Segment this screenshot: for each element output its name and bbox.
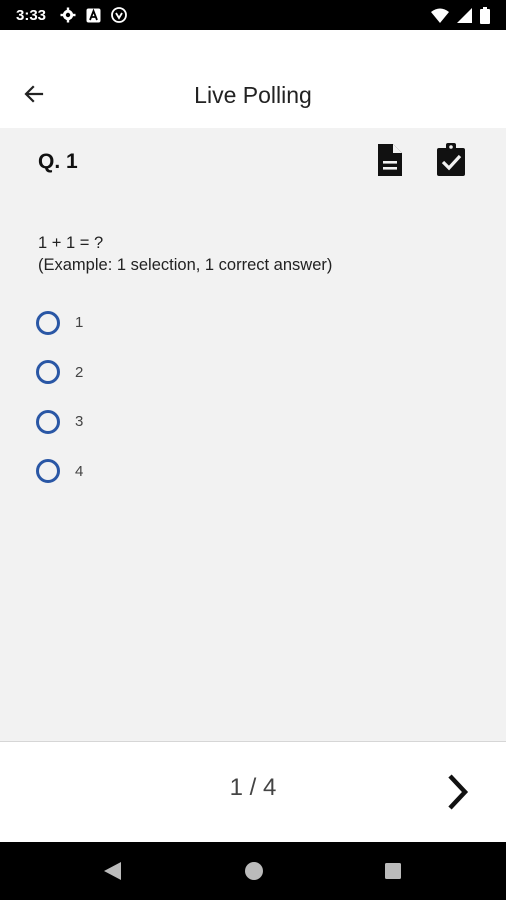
signal-icon [457, 7, 472, 23]
wifi-icon [431, 8, 449, 23]
option-label: 1 [75, 314, 84, 332]
next-question-button[interactable] [438, 770, 478, 814]
radio-button[interactable] [36, 360, 60, 385]
nav-back-icon [104, 862, 121, 880]
question-number: Q. 1 [38, 150, 78, 173]
system-nav-bar [0, 842, 506, 900]
answer-options: 1 2 3 4 [36, 298, 83, 496]
option-1[interactable]: 1 [36, 298, 83, 348]
chevron-right-icon [448, 774, 469, 810]
option-2[interactable]: 2 [36, 348, 83, 398]
option-label: 2 [75, 363, 84, 381]
clipboard-check-icon [437, 143, 465, 176]
nav-home-button[interactable] [242, 859, 266, 883]
page-title: Live Polling [194, 82, 312, 108]
status-time: 3:33 [16, 6, 47, 24]
status-icons-left [60, 7, 127, 23]
gear-icon [60, 7, 76, 23]
question-panel: Q. 1 1 + 1 = ? (Example: 1 selection, 1 … [0, 128, 506, 741]
shield-icon [111, 7, 127, 23]
radio-button[interactable] [36, 409, 60, 434]
option-label: 3 [75, 413, 84, 431]
nav-home-icon [245, 862, 263, 880]
option-4[interactable]: 4 [36, 447, 83, 497]
question-text-line1: 1 + 1 = ? [38, 234, 104, 252]
option-3[interactable]: 3 [36, 397, 83, 447]
app-bar: Live Polling [0, 30, 506, 128]
page-indicator: 1 / 4 [229, 774, 277, 801]
question-document-button[interactable] [373, 142, 407, 178]
nav-back-button[interactable] [100, 859, 124, 883]
document-icon [378, 144, 402, 176]
answer-check-button[interactable] [434, 142, 468, 178]
option-label: 4 [75, 462, 84, 480]
question-text: 1 + 1 = ? (Example: 1 selection, 1 corre… [38, 232, 332, 276]
pager-bar: 1 / 4 [0, 741, 506, 842]
a-box-icon [86, 8, 101, 22]
battery-icon [480, 6, 490, 24]
nav-recent-icon [385, 863, 401, 879]
radio-button[interactable] [36, 310, 60, 335]
radio-button[interactable] [36, 459, 60, 484]
status-icons-right [431, 6, 490, 24]
question-text-line2: (Example: 1 selection, 1 correct answer) [38, 256, 333, 274]
nav-recent-button[interactable] [381, 859, 405, 883]
status-bar: 3:33 [0, 0, 506, 30]
